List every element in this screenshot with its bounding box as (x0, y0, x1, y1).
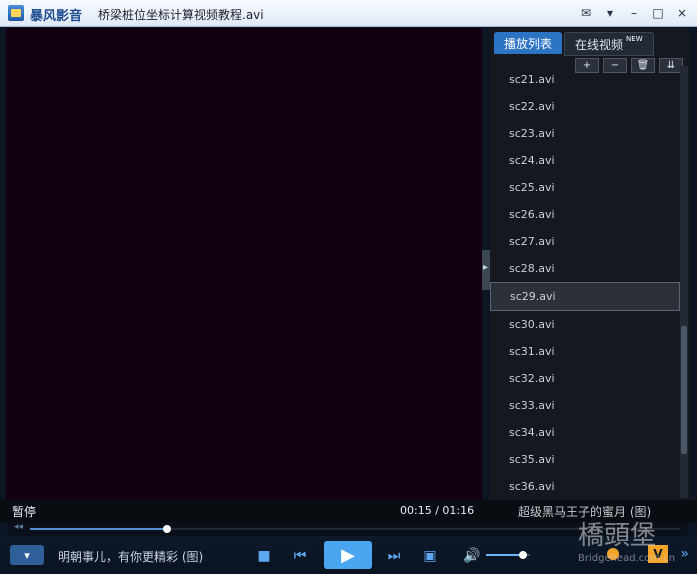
list-item[interactable]: sc30.avi (490, 311, 680, 338)
watermark-url: Bridgehead.com.cn (578, 553, 676, 564)
volume-icon[interactable]: 🔊 (462, 546, 482, 566)
list-item[interactable]: sc21.avi (490, 66, 680, 93)
skin-button[interactable]: ▾ (10, 545, 44, 565)
seek-progress (30, 528, 167, 530)
playlist-scrollbar[interactable] (680, 66, 688, 498)
list-item[interactable]: sc23.avi (490, 120, 680, 147)
list-item[interactable]: sc24.avi (490, 147, 680, 174)
watermark: 橋頭堡 (578, 521, 657, 551)
list-item[interactable]: sc25.avi (490, 174, 680, 201)
more-icon[interactable]: » (680, 546, 689, 562)
open-folder-icon[interactable]: ▣ (420, 546, 440, 566)
seek-back-icon[interactable]: ◂◂ (14, 522, 23, 532)
close-icon[interactable]: × (673, 4, 691, 22)
playlist-items: sc21.avi sc22.avi sc23.avi sc24.avi sc25… (490, 66, 680, 496)
list-item[interactable]: sc33.avi (490, 392, 680, 419)
playback-state: 暂停 (12, 505, 37, 519)
list-item-selected[interactable]: sc29.avi (490, 282, 680, 311)
volume-slider[interactable] (486, 551, 530, 559)
promo-text[interactable]: 明朝事儿，有你更精彩 (图) (58, 548, 203, 565)
volume-level (486, 554, 524, 556)
video-area[interactable] (6, 28, 482, 500)
list-item[interactable]: sc22.avi (490, 93, 680, 120)
chat-icon[interactable]: ✉ (577, 4, 595, 22)
seek-knob[interactable] (162, 525, 171, 533)
previous-button[interactable]: ⏮ (290, 546, 310, 566)
stop-button[interactable]: ■ (254, 546, 274, 566)
title-bar: 暴风影音 桥梁桩位坐标计算视频教程.avi ✉ ▾ – □ × (0, 0, 697, 27)
tab-playlist[interactable]: 播放列表 (494, 32, 563, 54)
scroll-thumb[interactable] (681, 326, 687, 454)
new-badge: NEW (626, 35, 643, 43)
list-item[interactable]: sc32.avi (490, 365, 680, 392)
list-item[interactable]: sc28.avi (490, 255, 680, 282)
menu-icon[interactable]: ▾ (601, 4, 619, 22)
next-button[interactable]: ⏭ (384, 546, 404, 566)
list-item[interactable]: sc26.avi (490, 201, 680, 228)
list-item[interactable]: sc36.avi (490, 473, 680, 496)
playlist-panel: 播放列表 在线视频 NEW + − 🗑 ⇊ sc21.avi sc22.avi s… (490, 28, 690, 500)
tab-online-video[interactable]: 在线视频 NEW (564, 32, 654, 56)
list-item[interactable]: sc35.avi (490, 446, 680, 473)
volume-knob[interactable] (519, 551, 528, 559)
list-item[interactable]: sc34.avi (490, 419, 680, 446)
app-name: 暴风影音 (30, 9, 83, 24)
collapse-sidebar-handle[interactable] (482, 250, 490, 290)
time-display: 00:15 / 01:16 (400, 504, 475, 517)
window-title: 桥梁桩位坐标计算视频教程.avi (98, 8, 264, 22)
minimize-icon[interactable]: – (625, 4, 643, 22)
play-button[interactable]: ▶ (324, 541, 372, 569)
list-item[interactable]: sc31.avi (490, 338, 680, 365)
list-item[interactable]: sc27.avi (490, 228, 680, 255)
maximize-icon[interactable]: □ (649, 4, 667, 22)
app-logo (8, 5, 24, 21)
